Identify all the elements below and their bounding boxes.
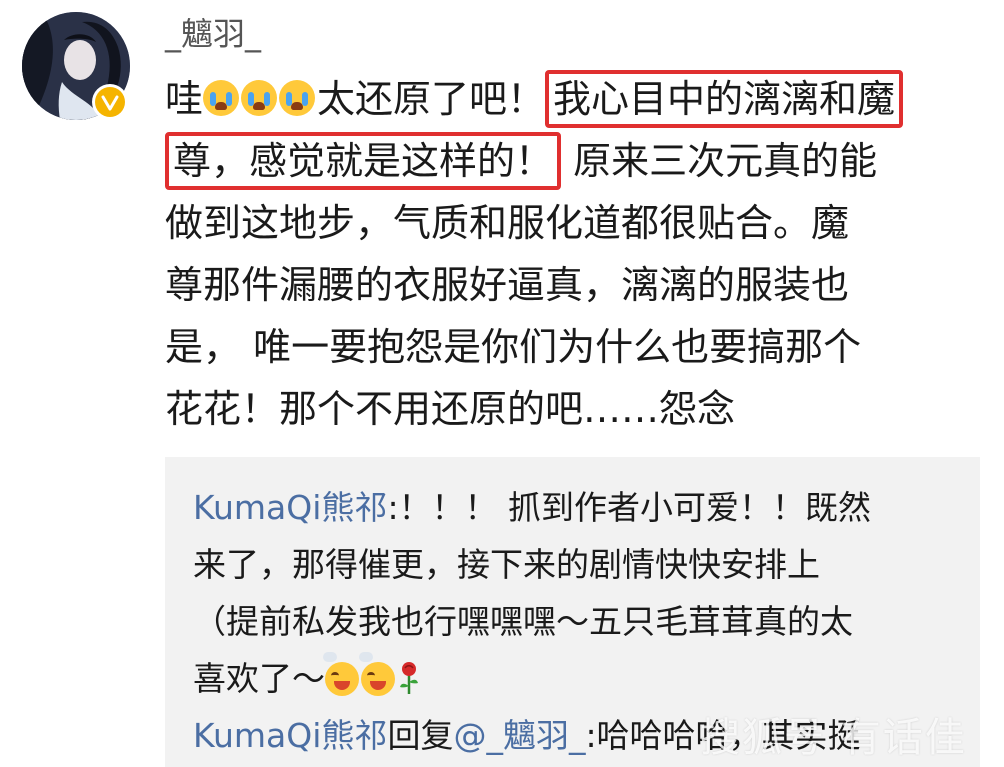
loudly-crying-emoji-icon [279,80,316,116]
comment-text: 哇 [165,77,204,121]
reply-text: 喜欢了～ [193,659,325,698]
reply-line: 喜欢了～ [193,650,963,707]
grinning-emoji-icon [323,652,359,696]
grinning-emoji-icon [359,652,395,696]
comment-text: 太还原了吧！ [317,77,546,121]
comment-line-2: 尊，感觉就是这样的！ 原来三次元真的能 [165,130,985,192]
comment-line-1: 哇 太还原了吧！ 我心目中的漓漓和魔 [165,68,985,130]
loudly-crying-emoji-icon [241,80,278,116]
verified-badge-icon [92,84,128,120]
username[interactable]: _魑羽_ [165,14,261,54]
watermark: 搜狐号 有话佳 [700,715,967,761]
comment-body: 哇 太还原了吧！ 我心目中的漓漓和魔 尊，感觉就是这样的！ 原来三次元真的能 做到这… [165,68,985,440]
comment-line-5: 是， 唯一要抱怨是你们为什么也要搞那个 [165,325,862,369]
rose-icon [397,656,421,694]
reply-author-link[interactable]: KumaQi熊祁 [193,716,387,755]
loudly-crying-emoji-icon [203,80,240,116]
comment-text: 原来三次元真的能 [561,139,878,183]
comment-line-4: 尊那件漏腰的衣服好逼真，漓漓的服装也 [165,263,850,307]
mention-link[interactable]: @_魑羽_ [453,716,585,755]
reply-line: KumaQi熊祁:！！！ 抓到作者小可爱！！既然 [193,479,963,536]
reply-author-link[interactable]: KumaQi熊祁 [193,488,387,527]
reply-label: 回复 [387,716,454,755]
comment-line-6: 花花！那个不用还原的吧……怨念 [165,387,736,431]
reply-text: :！！！ 抓到作者小可爱！！既然 [387,488,872,527]
reply-line: 来了，那得催更，接下来的剧情快快安排上 [193,545,820,584]
highlight-box: 我心目中的漓漓和魔 [545,70,904,128]
highlight-box: 尊，感觉就是这样的！ [165,132,562,190]
reply-line: （提前私发我也行嘿嘿嘿～五只毛茸茸真的太 [193,602,853,641]
comment-line-3: 做到这地步，气质和服化道都很贴合。魔 [165,201,850,245]
